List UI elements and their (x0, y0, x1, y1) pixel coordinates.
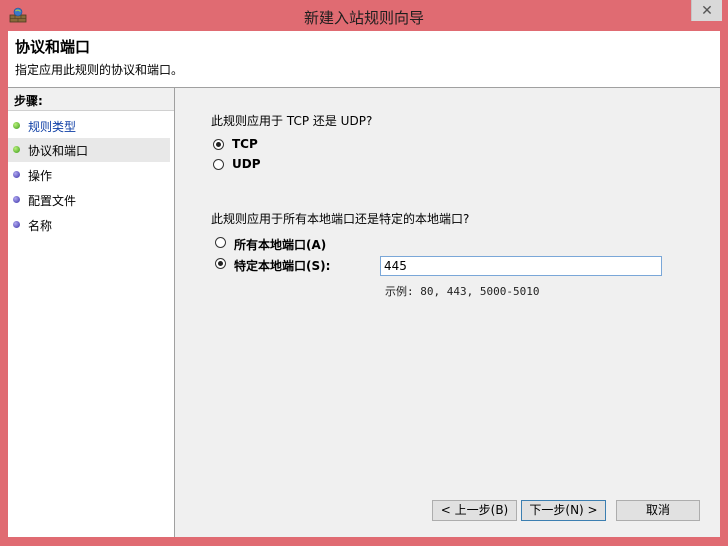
udp-radio[interactable] (213, 159, 224, 170)
title-bar[interactable]: 新建入站规则向导 ✕ (0, 0, 728, 32)
step-profile[interactable]: 配置文件 (8, 188, 170, 212)
specific-ports-label[interactable]: 特定本地端口(S): (234, 257, 330, 274)
cancel-button[interactable]: 取消 (616, 500, 700, 521)
wizard-client-area: 协议和端口 指定应用此规则的协议和端口。 步骤: 规则类型 协议和端口 操作 配… (8, 31, 720, 537)
step-pending-icon (13, 171, 20, 178)
tcp-label[interactable]: TCP (232, 137, 258, 151)
main-content: 此规则应用于 TCP 还是 UDP? TCP UDP 此规则应用于所有本地端口还… (175, 88, 720, 537)
page-subtitle: 指定应用此规则的协议和端口。 (15, 63, 184, 77)
step-label[interactable]: 规则类型 (28, 118, 76, 135)
steps-heading-label: 步骤: (14, 94, 43, 108)
step-pending-icon (13, 196, 20, 203)
udp-label[interactable]: UDP (232, 157, 261, 171)
ports-question: 此规则应用于所有本地端口还是特定的本地端口? (211, 212, 470, 226)
step-name[interactable]: 名称 (8, 213, 170, 237)
all-ports-label[interactable]: 所有本地端口(A) (234, 236, 326, 253)
back-button[interactable]: < 上一步(B) (432, 500, 517, 521)
close-icon: ✕ (701, 2, 713, 19)
step-rule-type[interactable]: 规则类型 (8, 114, 170, 138)
step-label: 名称 (28, 219, 53, 233)
steps-panel: 步骤: 规则类型 协议和端口 操作 配置文件 名称 (8, 88, 175, 537)
step-label: 协议和端口 (28, 144, 89, 158)
step-current-icon (13, 146, 20, 153)
port-example-hint: 示例: 80, 443, 5000-5010 (385, 285, 540, 298)
tcp-radio[interactable] (213, 139, 224, 150)
page-title: 协议和端口 (15, 38, 91, 56)
next-button[interactable]: 下一步(N) > (521, 500, 606, 521)
protocol-question: 此规则应用于 TCP 还是 UDP? (211, 114, 373, 128)
step-label: 配置文件 (28, 194, 77, 208)
step-pending-icon (13, 221, 20, 228)
window-title: 新建入站规则向导 (303, 9, 424, 27)
port-input[interactable] (380, 256, 662, 276)
specific-ports-radio[interactable] (215, 258, 226, 269)
step-complete-icon (13, 122, 20, 129)
step-action[interactable]: 操作 (8, 163, 170, 187)
steps-heading: 步骤: (8, 88, 174, 111)
page-header: 协议和端口 指定应用此规则的协议和端口。 (8, 31, 720, 88)
wizard-window: 新建入站规则向导 ✕ 协议和端口 指定应用此规则的协议和端口。 步骤: 规则类型… (0, 0, 728, 546)
step-label: 操作 (28, 169, 53, 183)
close-button[interactable]: ✕ (691, 0, 722, 21)
all-ports-radio[interactable] (215, 237, 226, 248)
step-protocol-ports[interactable]: 协议和端口 (8, 138, 170, 162)
